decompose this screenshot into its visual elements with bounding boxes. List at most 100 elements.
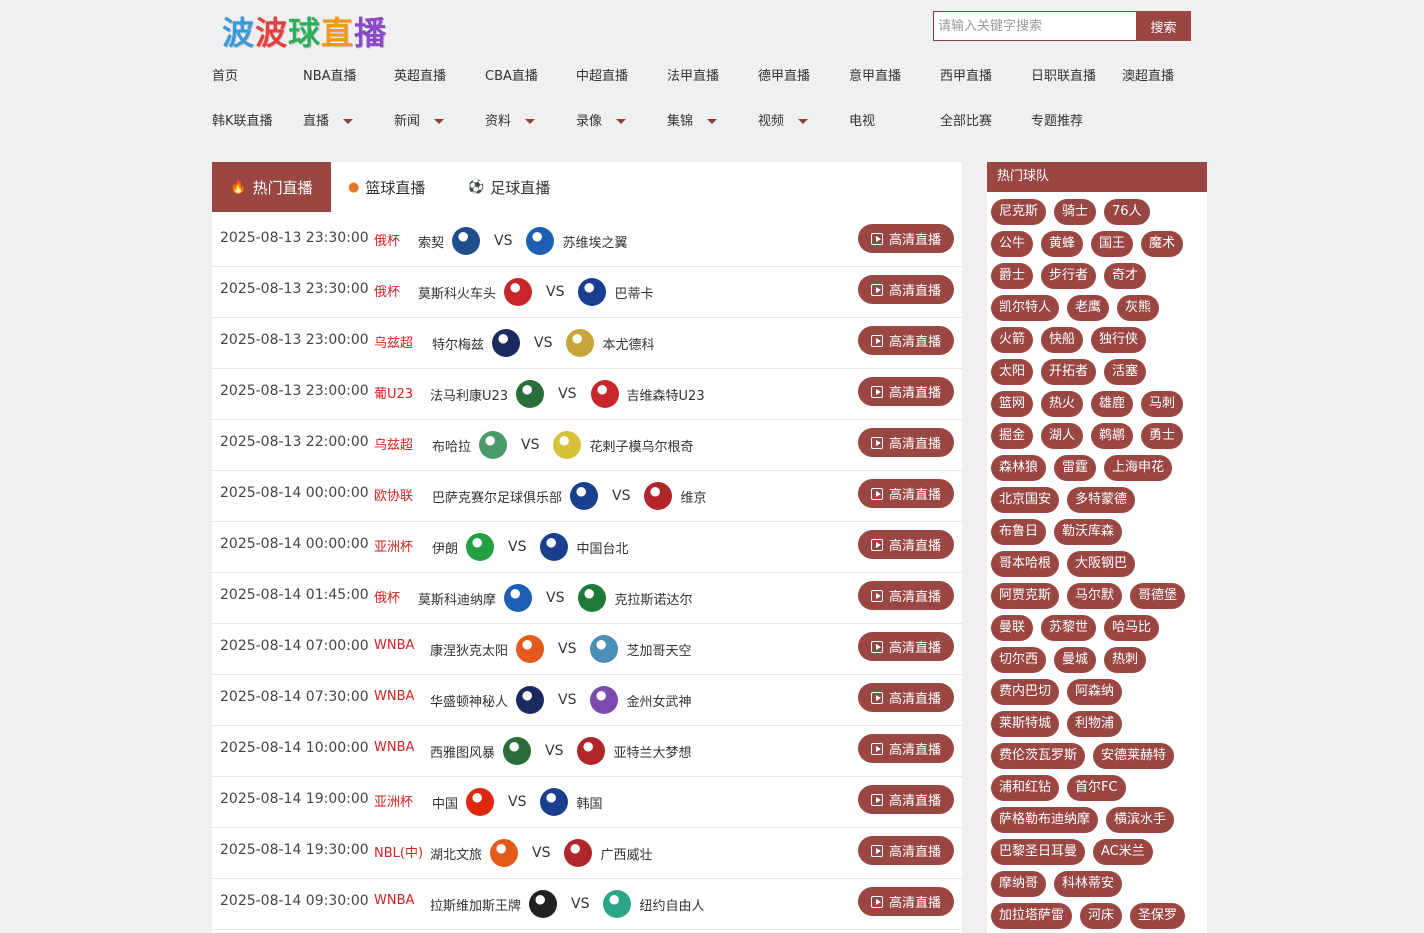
team-tag[interactable]: 莱斯特城: [991, 711, 1060, 737]
team-tag[interactable]: 多特蒙德: [1067, 487, 1136, 513]
league-label[interactable]: WNBA: [374, 689, 414, 704]
home-team-name[interactable]: 伊朗: [432, 538, 458, 557]
tab-football[interactable]: ⚽ 足球直播: [468, 162, 550, 212]
home-team-name[interactable]: 中国: [432, 793, 458, 812]
team-tag[interactable]: 老鹰: [1067, 295, 1110, 321]
team-tag[interactable]: 阿森纳: [1067, 679, 1123, 705]
team-tag[interactable]: 国王: [1091, 231, 1134, 257]
away-team-name[interactable]: 中国台北: [576, 538, 628, 557]
team-tag[interactable]: 布鲁日: [991, 519, 1047, 545]
team-tag[interactable]: 凯尔特人: [991, 295, 1060, 321]
search-button[interactable]: 搜索: [1136, 11, 1191, 41]
team-tag[interactable]: 火箭: [991, 327, 1034, 353]
nav-item[interactable]: 电视: [849, 110, 875, 129]
away-team-name[interactable]: 纽约自由人: [639, 895, 704, 914]
home-team-name[interactable]: 莫斯科迪纳摩: [418, 589, 496, 608]
home-team-name[interactable]: 华盛顿神秘人: [430, 691, 508, 710]
nav-item[interactable]: 中超直播: [576, 65, 628, 84]
caret-down-icon[interactable]: [798, 119, 809, 124]
team-tag[interactable]: 加拉塔萨雷: [991, 903, 1073, 929]
away-team-name[interactable]: 花剌子模乌尔根奇: [589, 436, 693, 455]
hd-live-button[interactable]: 高清直播: [858, 887, 954, 916]
nav-item[interactable]: 资料: [485, 110, 536, 129]
match-row[interactable]: 2025-08-14 10:00:00 WNBA 西雅图风暴 VS 亚特兰大梦想 高清直播: [212, 726, 962, 777]
team-tag[interactable]: 浦和红钻: [991, 775, 1060, 801]
tab-basketball[interactable]: ● 篮球直播: [348, 162, 425, 212]
nav-item[interactable]: 新闻: [394, 110, 445, 129]
match-row[interactable]: 2025-08-14 19:00:00 亚洲杯 中国 VS 韩国 高清直播: [212, 777, 962, 828]
league-label[interactable]: WNBA: [374, 638, 414, 653]
league-label[interactable]: 欧协联: [374, 485, 413, 504]
team-tag[interactable]: 灰熊: [1117, 295, 1160, 321]
hd-live-button[interactable]: 高清直播: [858, 377, 954, 406]
hd-live-button[interactable]: 高清直播: [858, 836, 954, 865]
team-tag[interactable]: 上海申花: [1104, 455, 1173, 481]
match-row[interactable]: 2025-08-13 22:00:00 乌兹超 布哈拉 VS 花剌子模乌尔根奇 高清直播: [212, 420, 962, 471]
team-tag[interactable]: 曼联: [991, 615, 1034, 641]
away-team-name[interactable]: 维京: [680, 487, 706, 506]
team-tag[interactable]: 苏黎世: [1041, 615, 1097, 641]
team-tag[interactable]: 摩纳哥: [991, 871, 1047, 897]
away-team-name[interactable]: 金州女武神: [626, 691, 691, 710]
team-tag[interactable]: 骑士: [1054, 199, 1097, 225]
team-tag[interactable]: 雷霆: [1054, 455, 1097, 481]
team-tag[interactable]: 大阪钢巴: [1067, 551, 1136, 577]
nav-item[interactable]: 韩K联直播: [212, 110, 273, 129]
away-team-name[interactable]: 广西威壮: [600, 844, 652, 863]
away-team-name[interactable]: 巴蒂卡: [614, 283, 653, 302]
nav-item[interactable]: 首页: [212, 65, 238, 84]
team-tag[interactable]: 利物浦: [1067, 711, 1123, 737]
team-tag[interactable]: 活塞: [1104, 359, 1147, 385]
caret-down-icon[interactable]: [343, 119, 354, 124]
team-tag[interactable]: 北京国安: [991, 487, 1060, 513]
home-team-name[interactable]: 巴萨克赛尔足球俱乐部: [432, 487, 562, 506]
team-tag[interactable]: 爵士: [991, 263, 1034, 289]
match-row[interactable]: 2025-08-14 01:45:00 俄杯 莫斯科迪纳摩 VS 克拉斯诺达尔 高清直播: [212, 573, 962, 624]
team-tag[interactable]: 哥本哈根: [991, 551, 1060, 577]
hd-live-button[interactable]: 高清直播: [858, 785, 954, 814]
away-team-name[interactable]: 苏维埃之翼: [562, 232, 627, 251]
home-team-name[interactable]: 索契: [418, 232, 444, 251]
league-label[interactable]: WNBA: [374, 740, 414, 755]
team-tag[interactable]: 湖人: [1041, 423, 1084, 449]
away-team-name[interactable]: 克拉斯诺达尔: [614, 589, 692, 608]
team-tag[interactable]: 横滨水手: [1106, 807, 1175, 833]
nav-item[interactable]: 英超直播: [394, 65, 446, 84]
hd-live-button[interactable]: 高清直播: [858, 224, 954, 253]
nav-item[interactable]: CBA直播: [485, 65, 538, 84]
match-row[interactable]: 2025-08-14 19:30:00 NBL(中) 湖北文旅 VS 广西威壮 高清直播: [212, 828, 962, 879]
match-row[interactable]: 2025-08-13 23:30:00 俄杯 莫斯科火车头 VS 巴蒂卡 高清直播: [212, 267, 962, 318]
team-tag[interactable]: 勒沃库森: [1054, 519, 1123, 545]
team-tag[interactable]: AC米兰: [1093, 839, 1153, 865]
site-logo[interactable]: 波波球直播: [222, 8, 387, 54]
home-team-name[interactable]: 布哈拉: [432, 436, 471, 455]
team-tag[interactable]: 哈马比: [1104, 615, 1160, 641]
team-tag[interactable]: 魔术: [1141, 231, 1184, 257]
league-label[interactable]: 亚洲杯: [374, 791, 413, 810]
match-row[interactable]: 2025-08-14 07:00:00 WNBA 康涅狄克太阳 VS 芝加哥天空 高清直播: [212, 624, 962, 675]
league-label[interactable]: 亚洲杯: [374, 536, 413, 555]
hd-live-button[interactable]: 高清直播: [858, 479, 954, 508]
team-tag[interactable]: 快船: [1041, 327, 1084, 353]
nav-item[interactable]: 日职联直播: [1031, 65, 1096, 84]
away-team-name[interactable]: 芝加哥天空: [626, 640, 691, 659]
team-tag[interactable]: 独行侠: [1091, 327, 1147, 353]
team-tag[interactable]: 篮网: [991, 391, 1034, 417]
team-tag[interactable]: 马尔默: [1067, 583, 1123, 609]
nav-item[interactable]: 意甲直播: [849, 65, 901, 84]
nav-item[interactable]: NBA直播: [303, 65, 357, 84]
team-tag[interactable]: 雄鹿: [1091, 391, 1134, 417]
match-row[interactable]: 2025-08-14 07:30:00 WNBA 华盛顿神秘人 VS 金州女武神 高清直播: [212, 675, 962, 726]
team-tag[interactable]: 阿贾克斯: [991, 583, 1060, 609]
nav-item[interactable]: 集锦: [667, 110, 718, 129]
team-tag[interactable]: 科林蒂安: [1054, 871, 1123, 897]
nav-item[interactable]: 专题推荐: [1031, 110, 1083, 129]
team-tag[interactable]: 76人: [1104, 199, 1150, 225]
team-tag[interactable]: 萨格勒布迪纳摩: [991, 807, 1099, 833]
nav-item[interactable]: 录像: [576, 110, 627, 129]
caret-down-icon[interactable]: [434, 119, 445, 124]
team-tag[interactable]: 安德莱赫特: [1093, 743, 1175, 769]
nav-item[interactable]: 全部比赛: [940, 110, 992, 129]
team-tag[interactable]: 开拓者: [1041, 359, 1097, 385]
match-row[interactable]: 2025-08-14 09:30:00 WNBA 拉斯维加斯王牌 VS 纽约自由人 高清直…: [212, 879, 962, 930]
